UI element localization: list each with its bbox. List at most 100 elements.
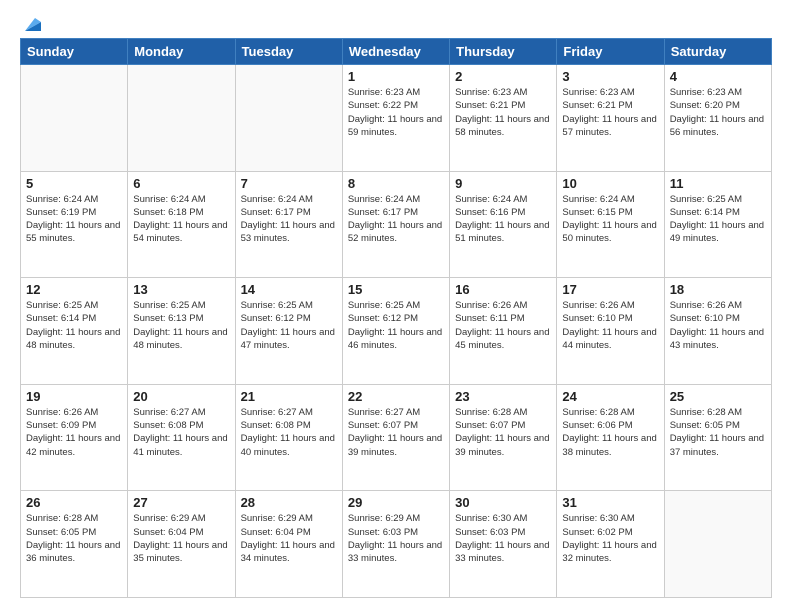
day-info: Sunrise: 6:28 AM Sunset: 6:05 PM Dayligh… — [26, 512, 122, 565]
day-info: Sunrise: 6:24 AM Sunset: 6:17 PM Dayligh… — [348, 193, 444, 246]
day-info: Sunrise: 6:26 AM Sunset: 6:09 PM Dayligh… — [26, 406, 122, 459]
day-info: Sunrise: 6:30 AM Sunset: 6:02 PM Dayligh… — [562, 512, 658, 565]
day-info: Sunrise: 6:28 AM Sunset: 6:07 PM Dayligh… — [455, 406, 551, 459]
day-info: Sunrise: 6:24 AM Sunset: 6:17 PM Dayligh… — [241, 193, 337, 246]
day-number: 3 — [562, 69, 658, 84]
col-wednesday: Wednesday — [342, 39, 449, 65]
calendar-body: 1Sunrise: 6:23 AM Sunset: 6:22 PM Daylig… — [21, 65, 772, 598]
day-info: Sunrise: 6:25 AM Sunset: 6:13 PM Dayligh… — [133, 299, 229, 352]
day-info: Sunrise: 6:27 AM Sunset: 6:08 PM Dayligh… — [133, 406, 229, 459]
calendar-cell: 3 Sunrise: 6:23 AM Sunset: 6:21 PM Daylig… — [557, 65, 664, 172]
day-info: Sunrise: 6:25 AM Sunset: 6:14 PM Dayligh… — [26, 299, 122, 352]
calendar-cell: 23 Sunrise: 6:28 AM Sunset: 6:07 PM Dayli… — [450, 384, 557, 491]
calendar-cell: 13 Sunrise: 6:25 AM Sunset: 6:13 PM Dayli… — [128, 278, 235, 385]
day-info: Sunrise: 6:28 AM Sunset: 6:05 PM Dayligh… — [670, 406, 766, 459]
page: Sunday Monday Tuesday Wednesday Thursday… — [0, 0, 792, 612]
day-info: Sunrise: 6:27 AM Sunset: 6:07 PM Dayligh… — [348, 406, 444, 459]
day-info: Sunrise: 6:24 AM Sunset: 6:19 PM Dayligh… — [26, 193, 122, 246]
day-number: 9 — [455, 176, 551, 191]
calendar-cell: 25 Sunrise: 6:28 AM Sunset: 6:05 PM Dayli… — [664, 384, 771, 491]
calendar-cell: 9 Sunrise: 6:24 AM Sunset: 6:16 PM Daylig… — [450, 171, 557, 278]
col-saturday: Saturday — [664, 39, 771, 65]
day-number: 4 — [670, 69, 766, 84]
col-thursday: Thursday — [450, 39, 557, 65]
calendar-cell: 6Sunrise: 6:24 AM Sunset: 6:18 PM Daylig… — [128, 171, 235, 278]
calendar-cell: 12 Sunrise: 6:25 AM Sunset: 6:14 PM Dayli… — [21, 278, 128, 385]
day-number: 5 — [26, 176, 122, 191]
day-number: 30 — [455, 495, 551, 510]
calendar-cell: 7 Sunrise: 6:24 AM Sunset: 6:17 PM Daylig… — [235, 171, 342, 278]
day-info: Sunrise: 6:24 AM Sunset: 6:15 PM Dayligh… — [562, 193, 658, 246]
day-info: Sunrise: 6:29 AM Sunset: 6:04 PM Dayligh… — [241, 512, 337, 565]
calendar-cell: 8 Sunrise: 6:24 AM Sunset: 6:17 PM Daylig… — [342, 171, 449, 278]
day-number: 11 — [670, 176, 766, 191]
day-number: 26 — [26, 495, 122, 510]
calendar-cell: 18Sunrise: 6:26 AM Sunset: 6:10 PM Dayli… — [664, 278, 771, 385]
day-info: Sunrise: 6:25 AM Sunset: 6:12 PM Dayligh… — [241, 299, 337, 352]
day-number: 21 — [241, 389, 337, 404]
calendar-cell: 27 Sunrise: 6:29 AM Sunset: 6:04 PM Dayli… — [128, 491, 235, 598]
calendar-cell: 20 Sunrise: 6:27 AM Sunset: 6:08 PM Dayli… — [128, 384, 235, 491]
day-number: 8 — [348, 176, 444, 191]
day-number: 13 — [133, 282, 229, 297]
day-info: Sunrise: 6:24 AM Sunset: 6:16 PM Dayligh… — [455, 193, 551, 246]
calendar-cell: 1Sunrise: 6:23 AM Sunset: 6:22 PM Daylig… — [342, 65, 449, 172]
day-number: 14 — [241, 282, 337, 297]
day-number: 28 — [241, 495, 337, 510]
day-number: 10 — [562, 176, 658, 191]
calendar-cell — [664, 491, 771, 598]
day-number: 19 — [26, 389, 122, 404]
day-info: Sunrise: 6:29 AM Sunset: 6:03 PM Dayligh… — [348, 512, 444, 565]
calendar-cell: 2 Sunrise: 6:23 AM Sunset: 6:21 PM Daylig… — [450, 65, 557, 172]
day-info: Sunrise: 6:26 AM Sunset: 6:11 PM Dayligh… — [455, 299, 551, 352]
day-number: 17 — [562, 282, 658, 297]
calendar-cell: 26 Sunrise: 6:28 AM Sunset: 6:05 PM Dayli… — [21, 491, 128, 598]
day-number: 31 — [562, 495, 658, 510]
calendar-cell — [235, 65, 342, 172]
calendar-cell: 21 Sunrise: 6:27 AM Sunset: 6:08 PM Dayli… — [235, 384, 342, 491]
day-number: 15 — [348, 282, 444, 297]
calendar-cell: 22Sunrise: 6:27 AM Sunset: 6:07 PM Dayli… — [342, 384, 449, 491]
day-info: Sunrise: 6:23 AM Sunset: 6:22 PM Dayligh… — [348, 86, 444, 139]
calendar-cell: 31 Sunrise: 6:30 AM Sunset: 6:02 PM Dayli… — [557, 491, 664, 598]
calendar-cell: 17Sunrise: 6:26 AM Sunset: 6:10 PM Dayli… — [557, 278, 664, 385]
day-number: 27 — [133, 495, 229, 510]
logo-icon — [21, 18, 41, 32]
calendar-cell: 24Sunrise: 6:28 AM Sunset: 6:06 PM Dayli… — [557, 384, 664, 491]
calendar-cell: 19 Sunrise: 6:26 AM Sunset: 6:09 PM Dayli… — [21, 384, 128, 491]
day-info: Sunrise: 6:29 AM Sunset: 6:04 PM Dayligh… — [133, 512, 229, 565]
col-monday: Monday — [128, 39, 235, 65]
col-tuesday: Tuesday — [235, 39, 342, 65]
calendar-cell: 28 Sunrise: 6:29 AM Sunset: 6:04 PM Dayli… — [235, 491, 342, 598]
calendar-cell: 30 Sunrise: 6:30 AM Sunset: 6:03 PM Dayli… — [450, 491, 557, 598]
col-friday: Friday — [557, 39, 664, 65]
calendar-header-row: Sunday Monday Tuesday Wednesday Thursday… — [21, 39, 772, 65]
day-number: 6 — [133, 176, 229, 191]
day-number: 24 — [562, 389, 658, 404]
calendar-cell: 5 Sunrise: 6:24 AM Sunset: 6:19 PM Daylig… — [21, 171, 128, 278]
header — [20, 18, 772, 28]
logo — [20, 18, 41, 28]
day-number: 18 — [670, 282, 766, 297]
day-info: Sunrise: 6:30 AM Sunset: 6:03 PM Dayligh… — [455, 512, 551, 565]
day-number: 2 — [455, 69, 551, 84]
day-number: 25 — [670, 389, 766, 404]
day-number: 16 — [455, 282, 551, 297]
day-info: Sunrise: 6:23 AM Sunset: 6:21 PM Dayligh… — [562, 86, 658, 139]
calendar-cell: 16 Sunrise: 6:26 AM Sunset: 6:11 PM Dayli… — [450, 278, 557, 385]
day-info: Sunrise: 6:27 AM Sunset: 6:08 PM Dayligh… — [241, 406, 337, 459]
calendar-cell — [21, 65, 128, 172]
calendar-cell — [128, 65, 235, 172]
calendar-cell: 15Sunrise: 6:25 AM Sunset: 6:12 PM Dayli… — [342, 278, 449, 385]
calendar-week-row: 12 Sunrise: 6:25 AM Sunset: 6:14 PM Dayli… — [21, 278, 772, 385]
day-number: 12 — [26, 282, 122, 297]
calendar-cell: 10 Sunrise: 6:24 AM Sunset: 6:15 PM Dayli… — [557, 171, 664, 278]
day-info: Sunrise: 6:23 AM Sunset: 6:21 PM Dayligh… — [455, 86, 551, 139]
calendar-week-row: 19 Sunrise: 6:26 AM Sunset: 6:09 PM Dayli… — [21, 384, 772, 491]
day-number: 23 — [455, 389, 551, 404]
day-info: Sunrise: 6:25 AM Sunset: 6:14 PM Dayligh… — [670, 193, 766, 246]
day-number: 29 — [348, 495, 444, 510]
calendar-cell: 29 Sunrise: 6:29 AM Sunset: 6:03 PM Dayli… — [342, 491, 449, 598]
day-number: 20 — [133, 389, 229, 404]
day-number: 7 — [241, 176, 337, 191]
